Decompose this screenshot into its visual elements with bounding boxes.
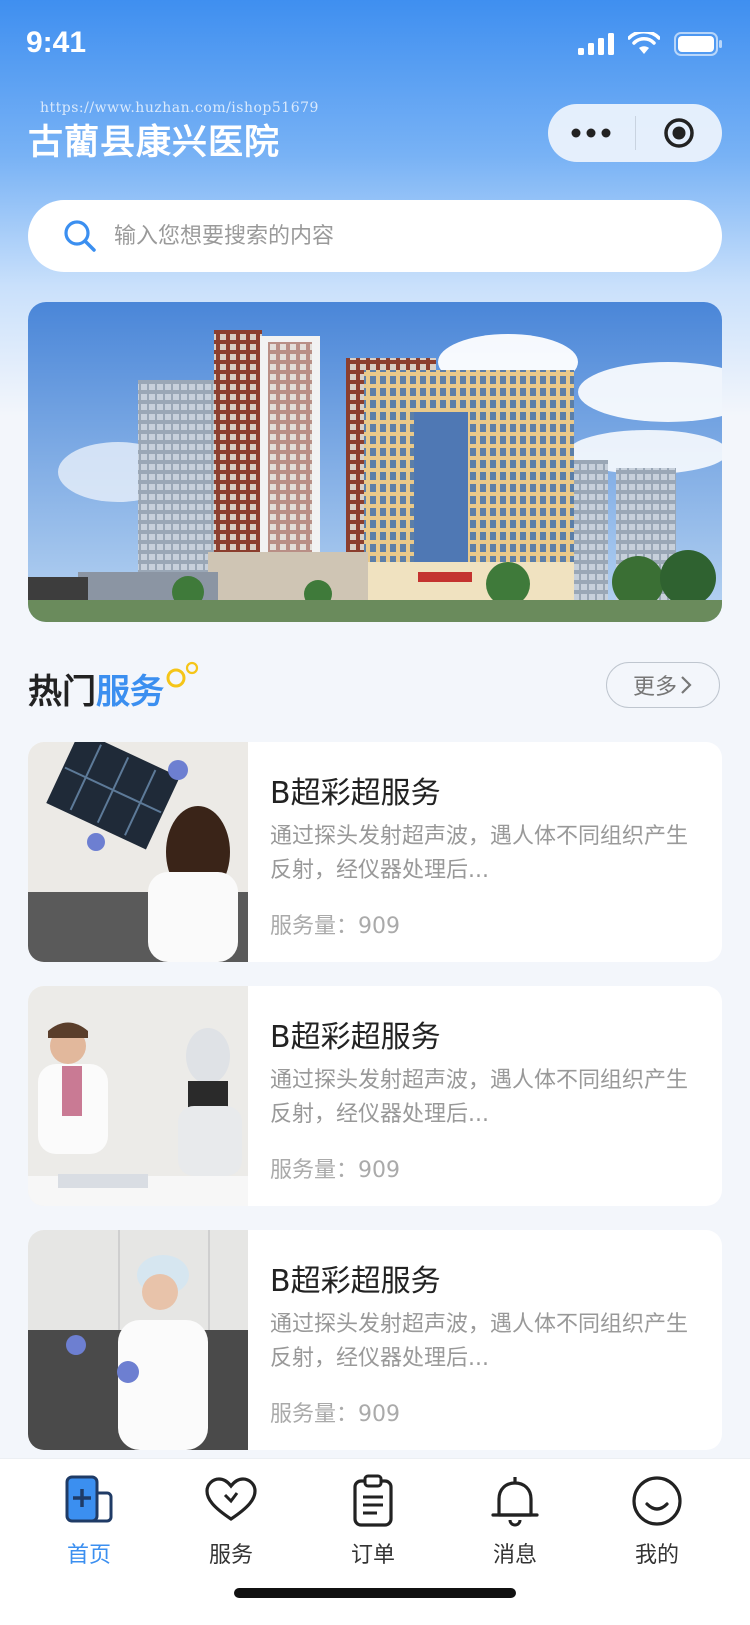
wifi-icon xyxy=(628,32,660,54)
tab-label: 服务 xyxy=(208,1543,253,1568)
status-icons xyxy=(578,32,722,56)
service-count: 服务量：909 xyxy=(270,1396,400,1428)
status-time: 9:41 xyxy=(26,26,87,59)
service-count: 服务量：909 xyxy=(270,1152,400,1184)
tab-messages[interactable]: 消息 xyxy=(460,1473,570,1569)
service-thumbnail-nurse xyxy=(28,1230,248,1450)
section-title-hot-services: 热门服务 xyxy=(28,664,164,713)
battery-icon xyxy=(674,32,722,56)
more-button[interactable]: 更多 xyxy=(606,662,720,708)
tab-orders[interactable]: 订单 xyxy=(318,1473,428,1569)
search-bar[interactable] xyxy=(28,200,722,272)
service-count-value: 909 xyxy=(358,1158,401,1183)
service-card[interactable]: B超彩超服务 通过探头发射超声波，遇人体不同组织产生反射，经仪器处理后... 服… xyxy=(28,742,722,962)
service-title: B超彩超服务 xyxy=(270,1020,441,1055)
tab-home[interactable]: 首页 xyxy=(34,1473,144,1569)
smile-icon xyxy=(632,1476,682,1526)
service-card[interactable]: B超彩超服务 通过探头发射超声波，遇人体不同组织产生反射，经仪器处理后... 服… xyxy=(28,986,722,1206)
tab-profile[interactable]: 我的 xyxy=(602,1473,712,1569)
hospital-building-image xyxy=(28,302,722,622)
bell-icon xyxy=(491,1477,539,1527)
tab-label: 我的 xyxy=(634,1543,679,1568)
signal-icon xyxy=(578,33,614,55)
service-card[interactable]: B超彩超服务 通过探头发射超声波，遇人体不同组织产生反射，经仪器处理后... 服… xyxy=(28,1230,722,1450)
clipboard-icon xyxy=(353,1474,393,1527)
hospital-banner[interactable] xyxy=(28,302,722,622)
service-count-label: 服务量： xyxy=(270,1402,359,1427)
decoration-circles-icon xyxy=(166,661,199,688)
target-icon xyxy=(664,118,694,148)
service-count-label: 服务量： xyxy=(270,1158,359,1183)
chevron-right-icon xyxy=(681,676,692,694)
section-title-blue: 服务 xyxy=(96,672,164,712)
more-options-button[interactable] xyxy=(548,104,635,162)
home-indicator xyxy=(234,1588,516,1598)
bottom-tab-bar: 首页 服务 订单 消息 我的 xyxy=(0,1458,750,1625)
service-count: 服务量：909 xyxy=(270,908,400,940)
search-icon xyxy=(64,220,96,252)
service-title: B超彩超服务 xyxy=(270,776,441,811)
status-bar: 9:41 xyxy=(0,0,750,90)
tab-label: 订单 xyxy=(350,1543,395,1568)
service-thumbnail-xray xyxy=(28,742,248,962)
search-input[interactable] xyxy=(112,222,676,250)
service-count-label: 服务量： xyxy=(270,914,359,939)
heart-icon xyxy=(205,1477,257,1521)
service-title: B超彩超服务 xyxy=(270,1264,441,1299)
service-thumbnail-doctor-robot xyxy=(28,986,248,1206)
service-description: 通过探头发射超声波，遇人体不同组织产生反射，经仪器处理后... xyxy=(270,824,689,883)
close-program-button[interactable] xyxy=(636,104,723,162)
service-description: 通过探头发射超声波，遇人体不同组织产生反射，经仪器处理后... xyxy=(270,1068,689,1127)
service-count-value: 909 xyxy=(358,914,401,939)
mini-program-capsule xyxy=(548,104,722,162)
tab-label: 首页 xyxy=(66,1543,111,1568)
section-title-black: 热门 xyxy=(28,672,96,712)
tab-services[interactable]: 服务 xyxy=(176,1473,286,1569)
home-icon xyxy=(65,1475,113,1523)
page-title: 古藺县康兴医院 xyxy=(28,123,281,163)
more-dots-icon xyxy=(571,128,611,138)
more-label: 更多 xyxy=(632,675,677,700)
service-description: 通过探头发射超声波，遇人体不同组织产生反射，经仪器处理后... xyxy=(270,1312,689,1371)
service-count-value: 909 xyxy=(358,1402,401,1427)
tab-label: 消息 xyxy=(492,1543,537,1568)
